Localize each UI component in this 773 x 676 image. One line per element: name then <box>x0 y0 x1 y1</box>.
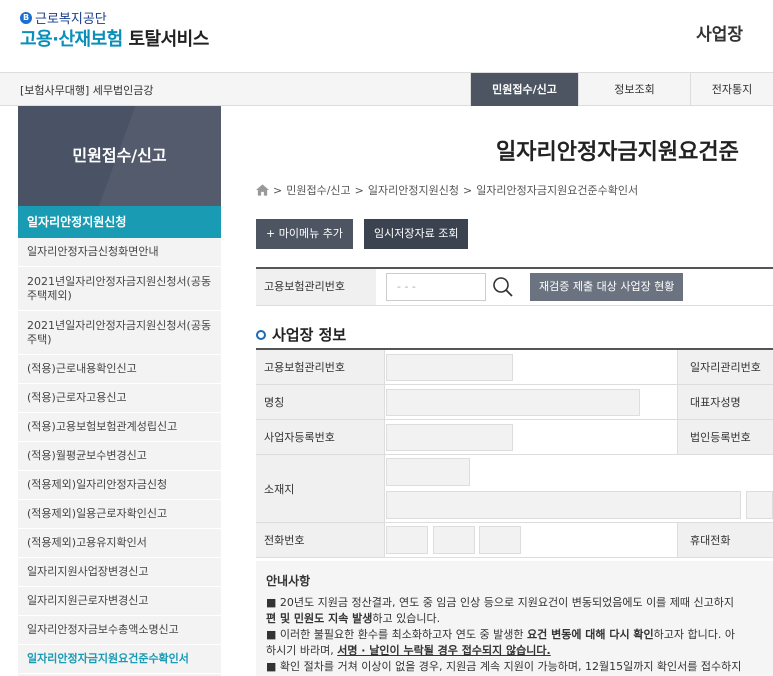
sidebar-item-current[interactable]: 일자리안정자금지원요건준수확인서 <box>18 645 221 674</box>
address-field[interactable] <box>386 491 741 519</box>
notice-title: 안내사항 <box>266 574 311 588</box>
service-logo-main: 고용·산재보험 <box>20 29 123 50</box>
sidebar-item[interactable]: (적용제외)일자리안정자금신청 <box>18 471 221 500</box>
nav-tab-notice[interactable]: 전자통지 <box>690 73 773 106</box>
phone-field-2[interactable] <box>433 526 475 554</box>
phone-field-1[interactable] <box>386 526 428 554</box>
notice-line: ■ 20년도 지원금 정산결과, 연도 중 임금 인상 등으로 지원요건이 변동… <box>266 596 735 609</box>
label-insurance-no: 고용보험관리번호 <box>256 350 385 384</box>
sidebar-item[interactable]: (적용)근로자고용신고 <box>18 384 221 413</box>
main-content: 일자리안정자금지원요건준 > 민원접수/신고 > 일자리안정지원신청 > 일자리… <box>256 106 773 676</box>
search-label: 고용보험관리번호 <box>256 269 376 305</box>
sidebar-item[interactable]: (적용)고용보험보험관계성립신고 <box>18 413 221 442</box>
sidebar-item[interactable]: 일자리지원사업장변경신고 <box>18 558 221 587</box>
temp-data-button[interactable]: 임시저장자료 조회 <box>364 219 469 249</box>
zip-field[interactable] <box>386 458 470 486</box>
sidebar-item[interactable]: (적용제외)고용유지확인서 <box>18 529 221 558</box>
sidebar-item[interactable]: 일자리지원근로자변경신고 <box>18 587 221 616</box>
address-detail-field[interactable] <box>746 491 773 519</box>
workplace-info-table: 고용보험관리번호 일자리관리번호 명칭 대표자성명 사업자등록번호 법인등록번호… <box>256 348 773 558</box>
insurance-number-input[interactable]: - - - <box>386 273 486 301</box>
label-job-no: 일자리관리번호 <box>677 350 773 384</box>
notice-emphasis: 편 및 민원도 지속 발생 <box>266 612 373 625</box>
notice-line: 편 및 민원도 지속 발생하고 있습니다. <box>266 611 763 627</box>
notice-box: 안내사항 ■ 20년도 지원금 정산결과, 연도 중 임금 인상 등으로 지원요… <box>256 561 773 676</box>
notice-underline: 서명 · 날인이 누락될 경우 접수되지 않습니다. <box>337 644 551 657</box>
home-icon[interactable] <box>256 184 269 196</box>
label-biz-no: 사업자등록번호 <box>256 420 385 454</box>
sidebar-item[interactable]: 일자리안정자금보수총액소명신고 <box>18 616 221 645</box>
notice-line: ■ 확인 절차를 거쳐 이상이 없을 경우, 지원금 계속 지원이 가능하며, … <box>266 660 742 673</box>
sidebar-header: 민원접수/신고 <box>18 106 221 206</box>
breadcrumb-sep: > <box>462 183 473 197</box>
breadcrumb-sep: > <box>273 183 283 197</box>
top-header: B 근로복지공단 고용·산재보험 토탈서비스 사업장 <box>0 0 773 72</box>
org-mark-icon: B <box>20 11 32 24</box>
notice-line: ■ 이러한 불필요한 환수를 최소화하고자 연도 중 발생한 요건 변동에 대해… <box>266 627 763 643</box>
breadcrumb-sep: > <box>354 183 364 197</box>
label-ceo: 대표자성명 <box>677 385 773 419</box>
notice-text: 하고자 합니다. 아 <box>653 628 735 641</box>
sidebar-item[interactable]: 일자리안정자금신청화면안내 <box>18 238 221 267</box>
insurance-no-field[interactable] <box>386 354 513 381</box>
table-row: 전화번호 휴대전화 <box>256 523 773 558</box>
section-title: 사업장 정보 <box>256 324 346 345</box>
add-my-menu-button[interactable]: + 마이메뉴 추가 <box>256 219 353 249</box>
notice-text: 하고 있습니다. <box>372 612 441 625</box>
label-name: 명칭 <box>256 385 385 419</box>
breadcrumb: > 민원접수/신고 > 일자리안정지원신청 > 일자리안정자금지원요건준수확인서 <box>256 182 638 198</box>
label-phone: 전화번호 <box>256 523 385 557</box>
service-logo-sub: 토탈서비스 <box>122 29 209 50</box>
label-address: 소재지 <box>256 455 385 522</box>
sidebar-item[interactable]: 2021년일자리안정자금지원신청서(공동주택) <box>18 311 221 355</box>
notice-line: 하시기 바라며, 서명 · 날인이 누락될 경우 접수되지 않습니다. <box>266 643 763 659</box>
sidebar: 민원접수/신고 일자리안정지원신청 일자리안정자금신청화면안내 2021년일자리… <box>18 106 221 676</box>
nav-tab-info[interactable]: 정보조회 <box>578 73 690 106</box>
sidebar-item[interactable]: 2021년일자리안정자금지원신청서(공동주택제외) <box>18 267 221 311</box>
phone-field-3[interactable] <box>479 526 521 554</box>
nav-tab-civil[interactable]: 민원접수/신고 <box>470 73 578 106</box>
label-corp-no: 법인등록번호 <box>677 420 773 454</box>
breadcrumb-item[interactable]: 일자리안정자금지원요건준수확인서 <box>476 182 638 198</box>
office-label: [보험사무대행] 세무법인금강 <box>20 84 154 97</box>
site-section-title[interactable]: 사업장 <box>696 20 743 45</box>
table-row: 소재지 <box>256 455 773 523</box>
recheck-status-button[interactable]: 재검증 제출 대상 사업장 현황 <box>530 273 684 301</box>
sidebar-section[interactable]: 일자리안정지원신청 <box>18 206 221 238</box>
breadcrumb-item[interactable]: 민원접수/신고 <box>286 182 350 198</box>
service-logo[interactable]: 고용·산재보험 토탈서비스 <box>20 25 209 51</box>
breadcrumb-item[interactable]: 일자리안정지원신청 <box>368 182 459 198</box>
notice-emphasis: 요건 변동에 대해 다시 확인 <box>527 628 654 641</box>
sidebar-item[interactable]: (적용)월평균보수변경신고 <box>18 442 221 471</box>
name-field[interactable] <box>386 389 640 416</box>
search-row: 고용보험관리번호 - - - 재검증 제출 대상 사업장 현황 <box>256 267 773 306</box>
table-row: 고용보험관리번호 일자리관리번호 <box>256 350 773 385</box>
sidebar-list: 일자리안정자금신청화면안내 2021년일자리안정자금지원신청서(공동주택제외) … <box>18 238 221 676</box>
search-icon[interactable] <box>490 274 516 300</box>
sidebar-item[interactable]: (적용제외)일용근로자확인신고 <box>18 500 221 529</box>
main-nav: [보험사무대행] 세무법인금강 민원접수/신고 정보조회 전자통지 <box>0 72 773 106</box>
biz-no-field[interactable] <box>386 424 513 451</box>
page-title: 일자리안정자금지원요건준 <box>496 140 739 165</box>
bullet-icon <box>256 329 266 340</box>
table-row: 사업자등록번호 법인등록번호 <box>256 420 773 455</box>
section-title-text: 사업장 정보 <box>272 326 347 344</box>
table-row: 명칭 대표자성명 <box>256 385 773 420</box>
notice-text: 하시기 바라며, <box>266 644 338 657</box>
sidebar-item[interactable]: (적용)근로내용확인신고 <box>18 355 221 384</box>
notice-text: ■ 이러한 불필요한 환수를 최소화하고자 연도 중 발생한 <box>266 628 528 641</box>
label-mobile: 휴대전화 <box>677 523 773 557</box>
